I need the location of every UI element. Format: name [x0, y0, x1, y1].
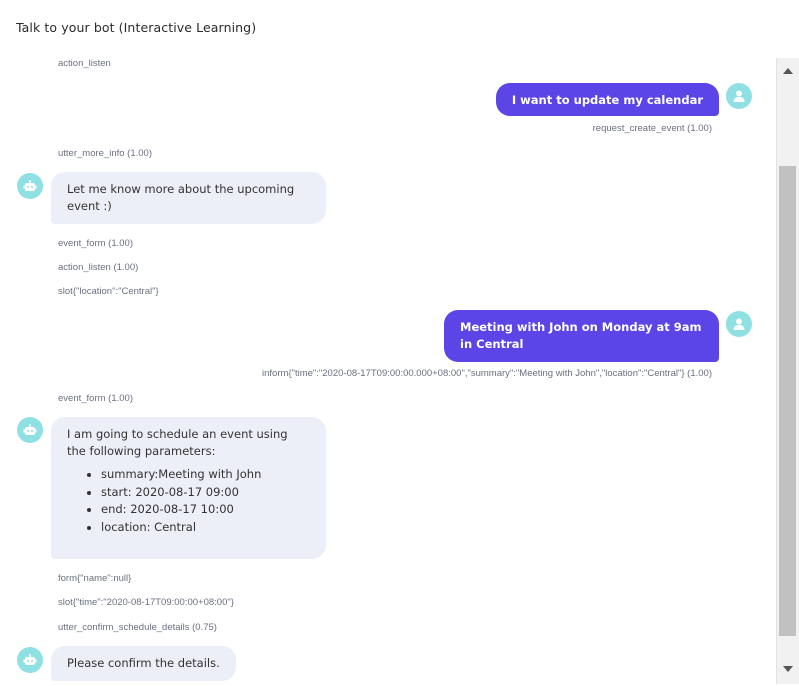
- list-item: start: 2020-08-17 09:00: [101, 484, 310, 502]
- user-message: I want to update my calendar: [495, 83, 719, 116]
- bot-avatar: [17, 417, 43, 443]
- intent-label: request_create_event (1.00): [592, 123, 712, 134]
- user-avatar: [726, 311, 752, 337]
- user-message: Meeting with John on Monday at 9am in Ce…: [444, 310, 719, 362]
- parameter-list: summary:Meeting with John start: 2020-08…: [67, 466, 310, 536]
- vertical-scrollbar[interactable]: [776, 58, 799, 684]
- bot-avatar: [17, 647, 43, 673]
- page-title: Talk to your bot (Interactive Learning): [16, 20, 257, 35]
- bot-message: I am going to schedule an event using th…: [51, 417, 326, 559]
- scroll-up-arrow-icon[interactable]: [783, 68, 793, 74]
- bot-avatar: [17, 173, 43, 199]
- action-label: action_listen: [58, 58, 111, 69]
- bot-message-intro: I am going to schedule an event using th…: [67, 427, 288, 458]
- user-avatar: [726, 83, 752, 109]
- user-icon: [733, 90, 745, 102]
- form-label: form{"name":null}: [58, 573, 132, 584]
- scroll-down-arrow-icon[interactable]: [783, 666, 793, 672]
- bot-message: Let me know more about the upcoming even…: [51, 172, 326, 224]
- action-label: utter_confirm_schedule_details (0.75): [58, 622, 217, 633]
- slot-label: slot{"time":"2020-08-17T09:00:00+08:00"}: [58, 597, 234, 608]
- action-label: action_listen (1.00): [58, 262, 139, 273]
- list-item: end: 2020-08-17 10:00: [101, 501, 310, 519]
- action-label: event_form (1.00): [58, 393, 133, 404]
- list-item: summary:Meeting with John: [101, 466, 310, 484]
- robot-icon: [23, 654, 37, 665]
- chat-conversation: action_listen I want to update my calend…: [0, 58, 776, 684]
- action-label: utter_more_info (1.00): [58, 148, 152, 159]
- user-icon: [733, 318, 745, 330]
- robot-icon: [23, 180, 37, 191]
- scrollbar-thumb[interactable]: [779, 166, 796, 636]
- slot-label: slot{"location":"Central"}: [58, 286, 159, 297]
- list-item: location: Central: [101, 519, 310, 537]
- action-label: event_form (1.00): [58, 238, 133, 249]
- intent-label: inform{"time":"2020-08-17T09:00:00.000+0…: [262, 368, 712, 379]
- bot-message: Please confirm the details.: [51, 646, 236, 681]
- robot-icon: [23, 424, 37, 435]
- chat-header: Talk to your bot (Interactive Learning): [0, 0, 799, 59]
